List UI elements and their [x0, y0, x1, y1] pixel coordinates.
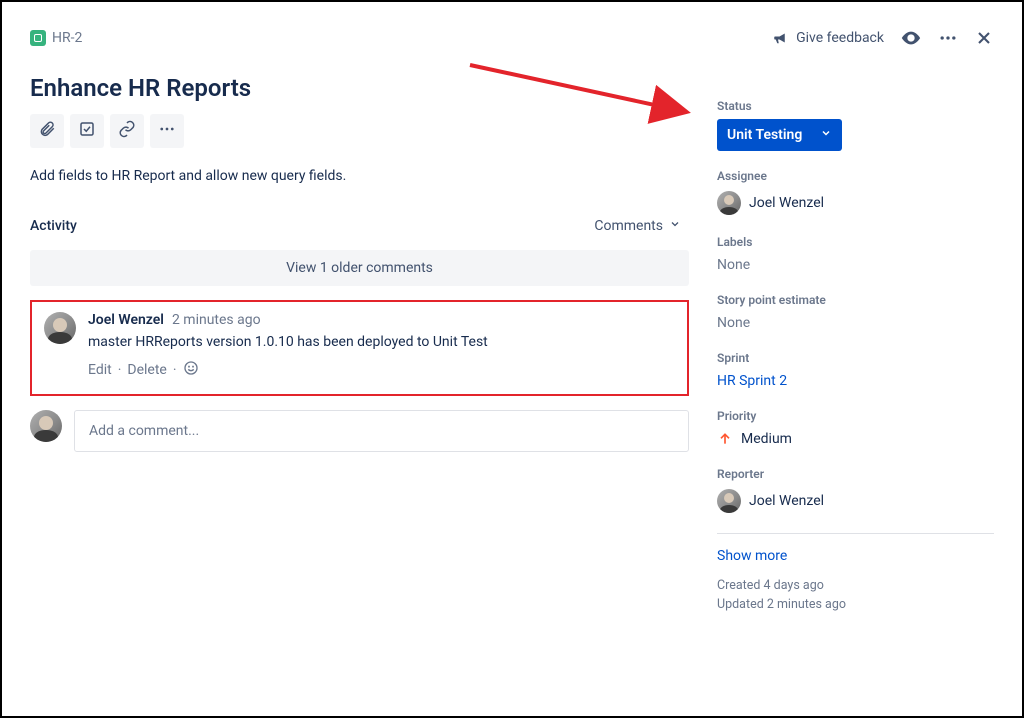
- issue-description: Add fields to HR Report and allow new qu…: [30, 168, 689, 184]
- view-older-comments[interactable]: View 1 older comments: [30, 250, 689, 286]
- avatar: [717, 489, 741, 513]
- avatar: [44, 312, 76, 344]
- give-feedback-button[interactable]: Give feedback: [772, 29, 884, 47]
- comment-body: master HRReports version 1.0.10 has been…: [88, 334, 675, 350]
- issue-key[interactable]: HR-2: [52, 30, 82, 46]
- more-button[interactable]: [938, 28, 958, 48]
- checkbox-icon: [78, 120, 96, 142]
- ellipsis-icon: [938, 28, 958, 48]
- status-value: Unit Testing: [727, 127, 802, 143]
- assignee-field[interactable]: Joel Wenzel: [717, 189, 994, 217]
- close-icon: [974, 28, 994, 48]
- breadcrumb[interactable]: HR-2: [30, 30, 82, 46]
- add-comment-input[interactable]: Add a comment...: [74, 410, 689, 452]
- created-timestamp: Created 4 days ago: [717, 578, 994, 593]
- avatar: [30, 410, 62, 442]
- status-label: Status: [717, 99, 994, 113]
- activity-label: Activity: [30, 218, 77, 234]
- activity-filter-dropdown[interactable]: Comments: [586, 214, 689, 238]
- sprint-field[interactable]: HR Sprint 2: [717, 371, 994, 391]
- reporter-label: Reporter: [717, 467, 994, 481]
- divider: [717, 533, 994, 534]
- subtask-button[interactable]: [70, 114, 104, 148]
- issue-title: Enhance HR Reports: [30, 74, 689, 102]
- megaphone-icon: [772, 29, 790, 47]
- sprint-label: Sprint: [717, 351, 994, 365]
- reporter-field[interactable]: Joel Wenzel: [717, 487, 994, 515]
- chevron-down-icon: [820, 127, 832, 143]
- assignee-value: Joel Wenzel: [749, 195, 824, 211]
- priority-label: Priority: [717, 409, 994, 423]
- comment-item: Joel Wenzel 2 minutes ago master HRRepor…: [30, 300, 689, 396]
- comment-author: Joel Wenzel: [88, 312, 164, 328]
- assignee-label: Assignee: [717, 169, 994, 183]
- comment-edit-button[interactable]: Edit: [88, 362, 112, 378]
- show-more-link[interactable]: Show more: [717, 548, 994, 564]
- story-point-field[interactable]: None: [717, 313, 994, 333]
- reporter-value: Joel Wenzel: [749, 493, 824, 509]
- comment-timestamp: 2 minutes ago: [172, 312, 261, 328]
- attach-button[interactable]: [30, 114, 64, 148]
- link-icon: [118, 120, 136, 142]
- status-dropdown[interactable]: Unit Testing: [717, 119, 842, 151]
- labels-field[interactable]: None: [717, 255, 994, 275]
- eye-icon: [900, 27, 922, 49]
- more-actions-button[interactable]: [150, 114, 184, 148]
- comment-delete-button[interactable]: Delete: [127, 362, 166, 378]
- close-button[interactable]: [974, 28, 994, 48]
- link-button[interactable]: [110, 114, 144, 148]
- avatar: [717, 191, 741, 215]
- watch-button[interactable]: [900, 27, 922, 49]
- paperclip-icon: [38, 120, 56, 142]
- ellipsis-icon: [158, 120, 176, 142]
- updated-timestamp: Updated 2 minutes ago: [717, 597, 994, 612]
- labels-label: Labels: [717, 235, 994, 249]
- priority-field[interactable]: Medium: [717, 429, 994, 449]
- priority-medium-icon: [717, 431, 733, 447]
- activity-filter-label: Comments: [594, 218, 663, 234]
- story-icon: [30, 30, 46, 46]
- feedback-label: Give feedback: [796, 30, 884, 46]
- chevron-down-icon: [669, 218, 681, 234]
- story-point-label: Story point estimate: [717, 293, 994, 307]
- reaction-icon[interactable]: [183, 360, 199, 380]
- priority-value: Medium: [741, 431, 792, 447]
